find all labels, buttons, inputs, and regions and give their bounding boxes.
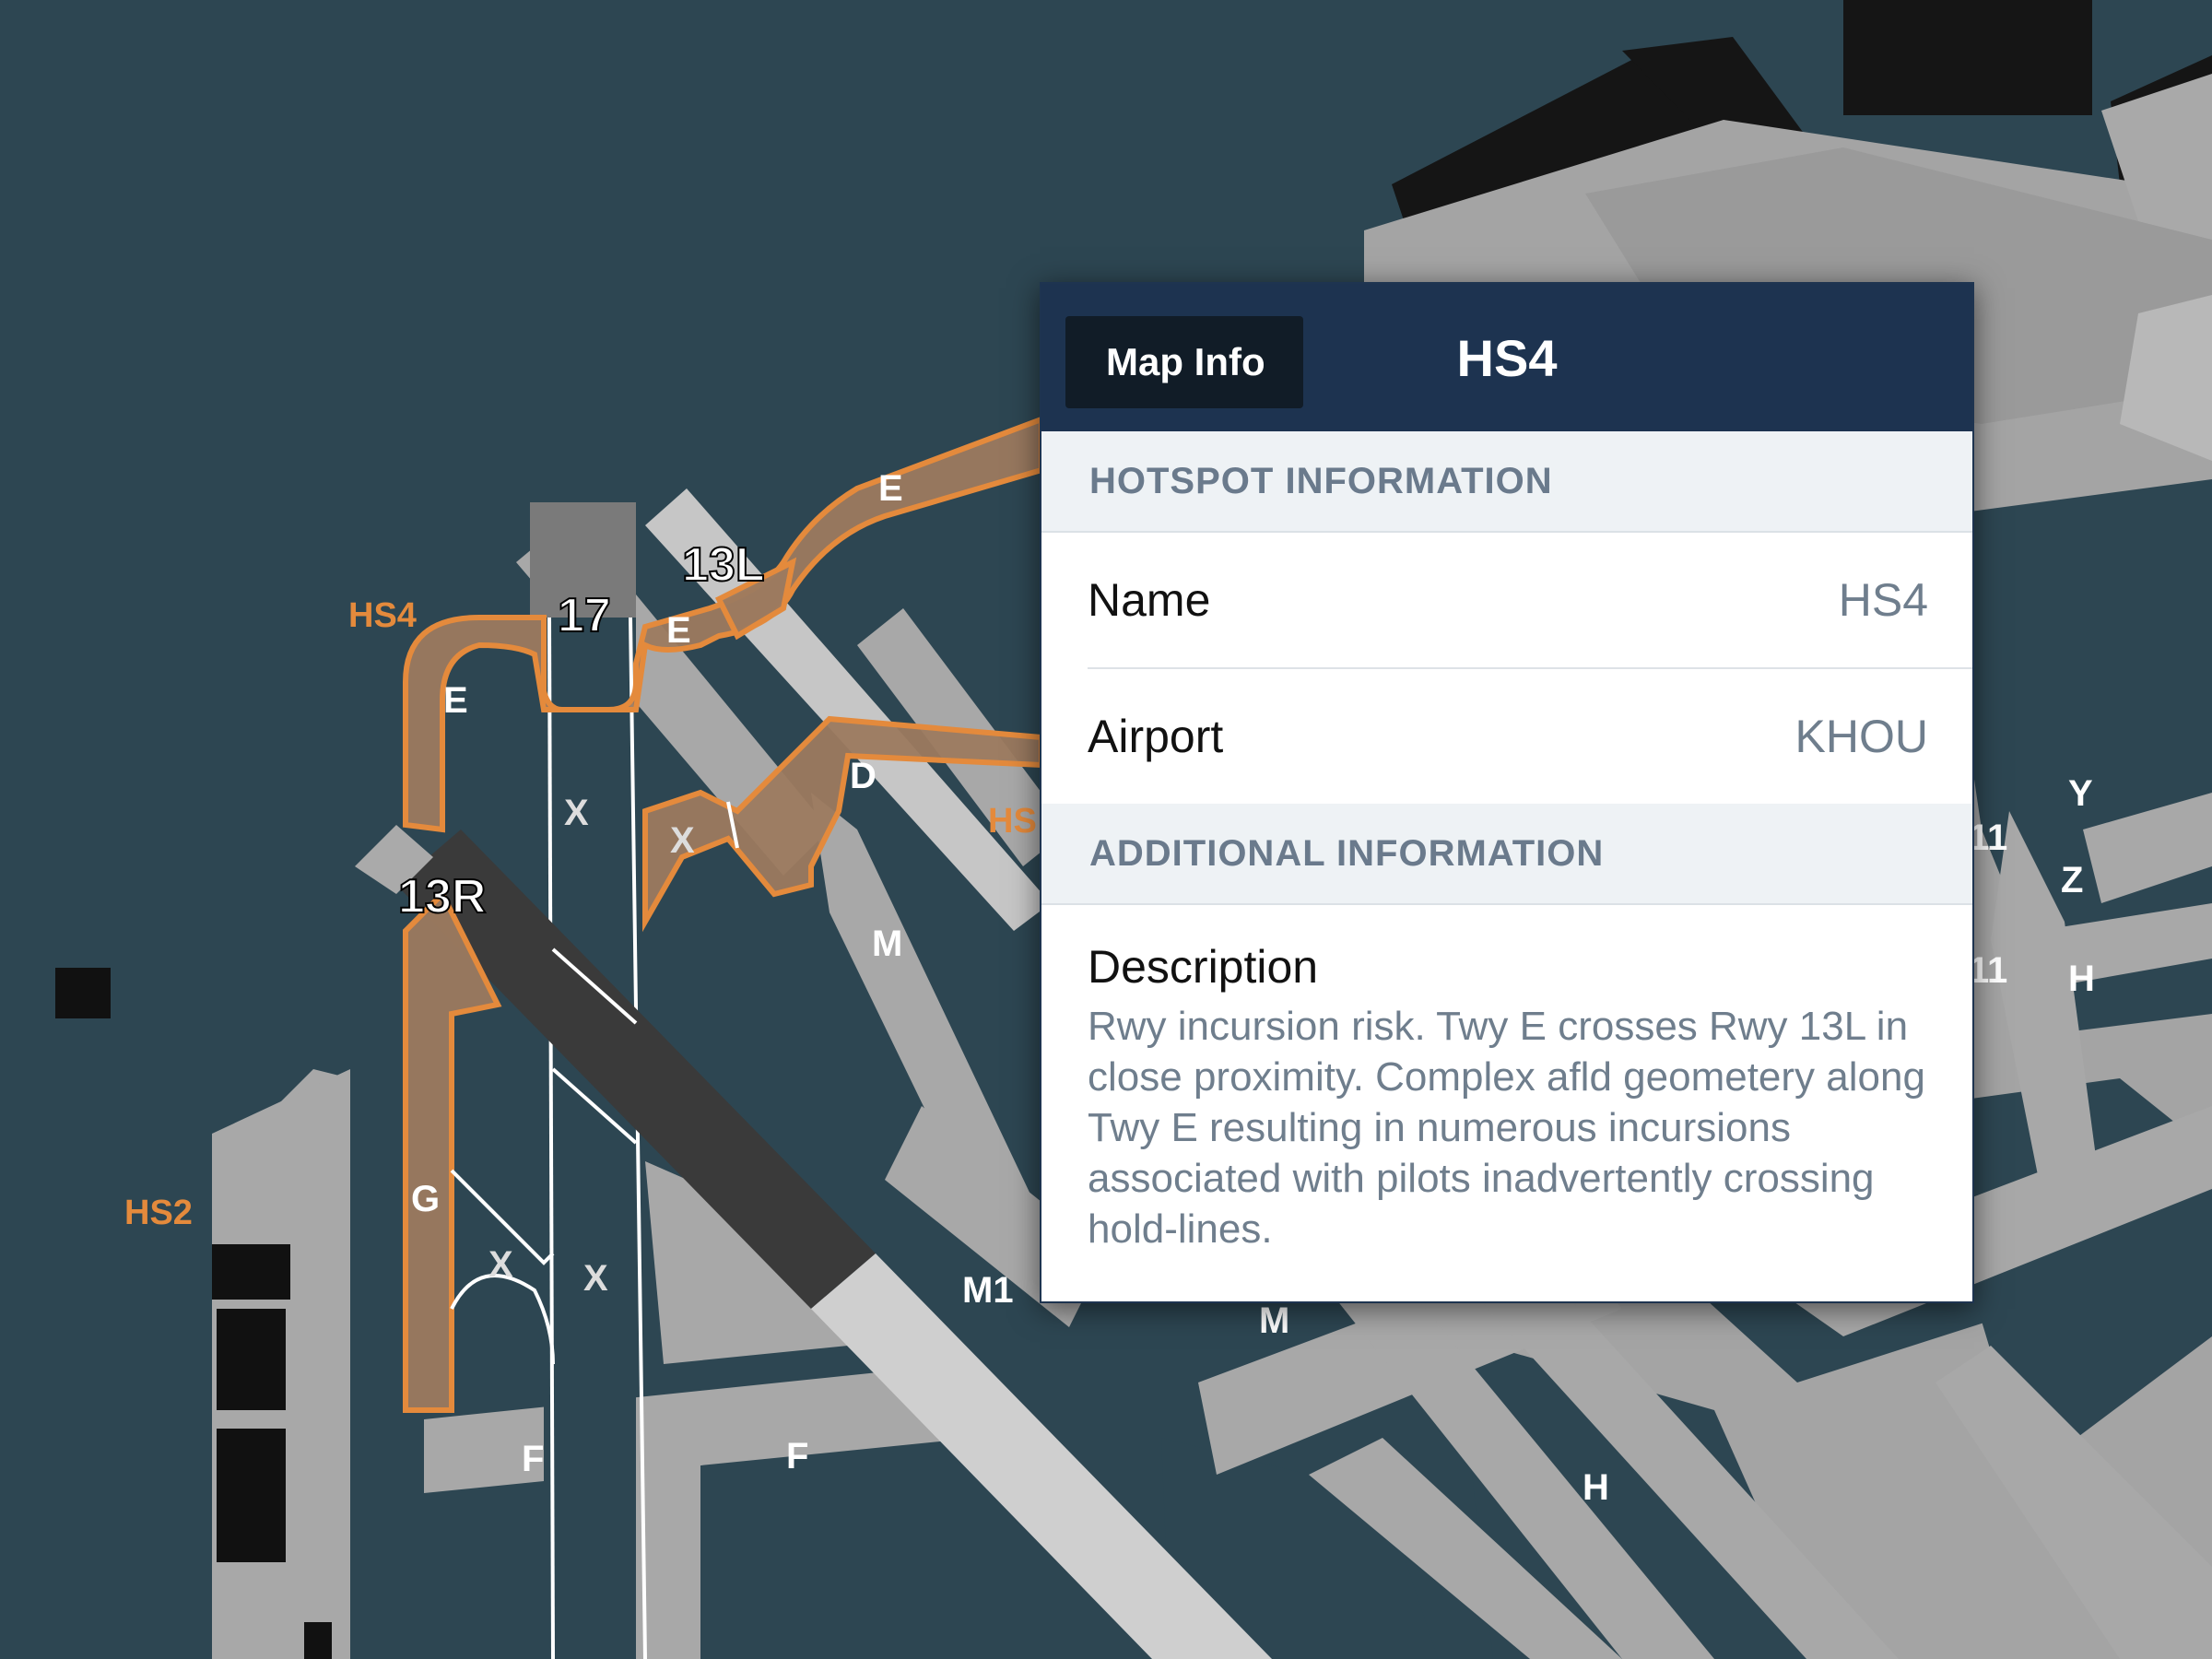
taxiway-label-e: E xyxy=(443,680,468,721)
taxiway-label-h: H xyxy=(2068,959,2095,999)
taxiway-label-f: F xyxy=(786,1436,808,1477)
map-info-back-button[interactable]: Map Info xyxy=(1065,316,1303,408)
row-value: HS4 xyxy=(1838,574,1928,626)
runway-label-13l: 13L xyxy=(682,538,765,592)
section-header-hotspot-information: HOTSPOT INFORMATION xyxy=(1041,431,1972,533)
taxiway-label-m: M xyxy=(1259,1300,1289,1341)
taxiway-label-x: X xyxy=(583,1258,608,1299)
section-header-additional-information: ADDITIONAL INFORMATION xyxy=(1041,804,1972,905)
taxiway-label-e: E xyxy=(878,468,903,509)
runway-label-13r: 13R xyxy=(398,870,486,924)
taxiway-label-11: 11 xyxy=(1969,818,2007,858)
row-value: KHOU xyxy=(1794,711,1928,762)
hotspot-label-hs4: HS4 xyxy=(348,596,417,635)
taxiway-label-m1: M1 xyxy=(962,1270,1014,1311)
hotspot-info-popup: HS4 Map Info HOTSPOT INFORMATION Name HS… xyxy=(1040,282,1974,1303)
info-row-name: Name HS4 xyxy=(1041,533,1972,667)
taxiway-label-f: F xyxy=(522,1439,544,1479)
taxiway-label-g: G xyxy=(411,1179,440,1219)
row-key: Airport xyxy=(1088,711,1224,762)
taxiway-label-x: X xyxy=(564,793,589,833)
taxiway-label-x: X xyxy=(670,820,695,861)
taxiway-label-h: H xyxy=(1583,1467,1609,1508)
hotspot-label-hs2: HS2 xyxy=(124,1194,193,1232)
row-key: Name xyxy=(1088,574,1211,626)
taxiway-label-e: E xyxy=(666,610,691,651)
taxiway-label-d: D xyxy=(850,756,877,796)
info-row-airport: Airport KHOU xyxy=(1041,669,1972,804)
taxiway-label-z: Z xyxy=(2061,860,2083,900)
runway-label-17: 17 xyxy=(558,589,611,642)
taxiway-label-11: 11 xyxy=(1969,950,2007,991)
taxiway-label-x: X xyxy=(488,1244,513,1285)
description-text: Rwy incursion risk. Twy E crosses Rwy 13… xyxy=(1088,1004,1925,1252)
description-block: Description Rwy incursion risk. Twy E cr… xyxy=(1041,905,1972,1254)
hotspot-label-partial: HS xyxy=(988,802,1037,841)
description-heading: Description xyxy=(1088,941,1319,993)
taxiway-label-y: Y xyxy=(2068,773,2093,814)
taxiway-label-m: M xyxy=(872,924,902,964)
popup-header: HS4 Map Info xyxy=(1041,284,1972,431)
